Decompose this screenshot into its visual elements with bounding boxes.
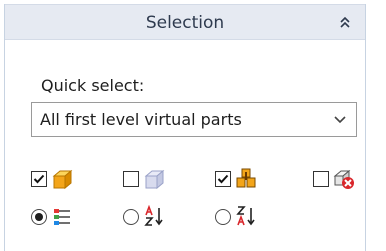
- double-chevron-up-icon[interactable]: [339, 16, 351, 30]
- chevron-down-icon: [334, 116, 346, 124]
- quick-select-label: Quick select:: [41, 76, 145, 95]
- quick-select-value: All first level virtual parts: [40, 110, 242, 129]
- assembly-icon: [236, 168, 256, 188]
- filter-solid-checkbox[interactable]: [31, 171, 47, 187]
- filter-surface-checkbox[interactable]: [123, 171, 139, 187]
- panel-header[interactable]: Selection: [5, 4, 365, 40]
- selection-panel: Selection Quick select: All first level …: [4, 4, 366, 251]
- sort-descending-radio[interactable]: [215, 209, 231, 225]
- sort-ascending-radio[interactable]: [123, 209, 139, 225]
- tree-order-icon: [54, 209, 70, 225]
- sort-tree-radio[interactable]: [31, 209, 47, 225]
- sort-descending-icon: [236, 206, 255, 226]
- sort-ascending-icon: [144, 205, 163, 226]
- filter-hidden-checkbox[interactable]: [313, 171, 329, 187]
- quick-select-dropdown[interactable]: All first level virtual parts: [31, 102, 357, 137]
- filter-assembly-checkbox[interactable]: [215, 171, 231, 187]
- solid-part-icon: [52, 169, 73, 190]
- hidden-part-icon: [333, 169, 354, 189]
- surface-part-icon: [144, 169, 165, 190]
- panel-title: Selection: [145, 13, 225, 33]
